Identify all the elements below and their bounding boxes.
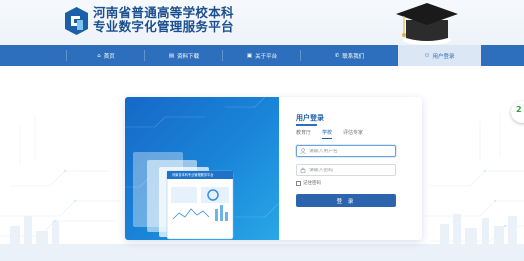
site-title: 河南省普通高等学校本科 专业数字化管理服务平台 bbox=[93, 6, 234, 34]
login-form: 用户登录 教育厅 学校 评估专家 记住密码 登 录 bbox=[296, 97, 408, 240]
username-input[interactable] bbox=[309, 148, 389, 154]
nav-item-about[interactable]: ▣ 关于平台 bbox=[223, 45, 301, 66]
nav-label-contact: 联系我们 bbox=[342, 53, 365, 60]
tab-school[interactable]: 学校 bbox=[322, 129, 333, 139]
password-field bbox=[296, 164, 396, 176]
platform-logo-icon bbox=[65, 7, 88, 35]
login-illustration: 河南省本科专业管理服务平台 bbox=[125, 97, 280, 240]
login-title: 用户登录 bbox=[296, 114, 324, 122]
title-underline bbox=[296, 124, 317, 126]
main-nav: ⌂ 首页 ▤ 资料下载 ▣ 关于平台 ✆ 联系我们 ⚇ 用户登录 bbox=[0, 45, 524, 66]
remember-label: 记住密码 bbox=[303, 181, 321, 186]
graduation-cap-icon bbox=[396, 3, 458, 45]
nav-item-contact[interactable]: ✆ 联系我们 bbox=[301, 45, 398, 66]
nav-item-login[interactable]: ⚇ 用户登录 bbox=[398, 45, 481, 66]
nav-item-home[interactable]: ⌂ 首页 bbox=[67, 45, 145, 66]
user-icon: ⚇ bbox=[424, 52, 430, 59]
login-button[interactable]: 登 录 bbox=[296, 194, 396, 207]
password-input[interactable] bbox=[309, 167, 389, 173]
nav-label-login: 用户登录 bbox=[432, 53, 455, 60]
remember-row: 记住密码 bbox=[296, 180, 321, 186]
download-icon: ▤ bbox=[168, 52, 175, 59]
user-icon bbox=[297, 146, 309, 156]
site-title-line2: 专业数字化管理服务平台 bbox=[93, 19, 234, 34]
service-icon: 2 bbox=[516, 105, 522, 114]
site-title-line1: 河南省普通高等学校本科 bbox=[93, 5, 234, 20]
login-card: 河南省本科专业管理服务平台 用户登录 教育厅 学校 评估专家 记住密码 登 录 bbox=[125, 97, 422, 240]
phone-icon: ✆ bbox=[334, 52, 340, 59]
nav-label-home: 首页 bbox=[103, 53, 115, 60]
nav-label-download: 资料下载 bbox=[177, 53, 200, 60]
tab-education-department[interactable]: 教育厅 bbox=[296, 129, 311, 136]
illustration-screen-title: 河南省本科专业管理服务平台 bbox=[172, 173, 214, 177]
tab-expert[interactable]: 评估专家 bbox=[343, 129, 363, 136]
nav-spacer-left bbox=[0, 45, 67, 66]
login-tabs: 教育厅 学校 评估专家 bbox=[296, 129, 363, 139]
nav-label-about: 关于平台 bbox=[255, 53, 278, 60]
info-icon: ▣ bbox=[246, 52, 253, 59]
nav-item-download[interactable]: ▤ 资料下载 bbox=[145, 45, 223, 66]
remember-checkbox[interactable] bbox=[296, 180, 301, 186]
lock-icon bbox=[297, 165, 309, 175]
site-header: 河南省普通高等学校本科 专业数字化管理服务平台 bbox=[0, 0, 524, 45]
nav-spacer-right bbox=[481, 45, 524, 66]
home-icon: ⌂ bbox=[97, 52, 101, 59]
username-field bbox=[296, 145, 396, 157]
